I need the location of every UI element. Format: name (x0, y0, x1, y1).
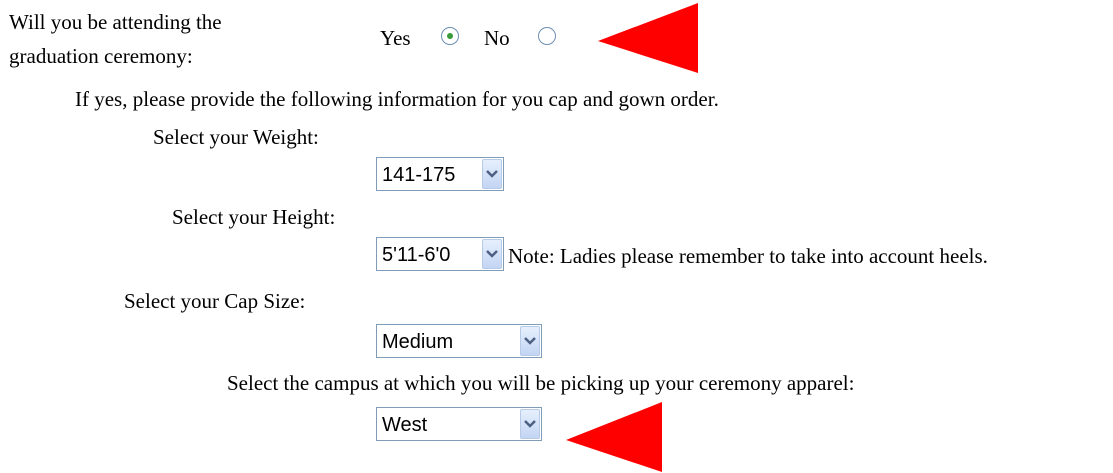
campus-select[interactable]: West (376, 407, 542, 441)
chevron-down-icon[interactable] (482, 239, 502, 269)
chevron-down-icon[interactable] (520, 409, 540, 439)
height-select[interactable]: 5'11-6'0 (376, 237, 504, 271)
weight-select[interactable]: 141-175 (376, 157, 504, 191)
cap-size-label: Select your Cap Size: (124, 289, 306, 313)
cap-size-select[interactable]: Medium (376, 324, 542, 358)
yes-label: Yes (380, 26, 411, 50)
no-label: No (484, 26, 510, 50)
yes-radio[interactable] (441, 27, 459, 45)
height-note: Note: Ladies please remember to take int… (508, 244, 988, 268)
height-select-value: 5'11-6'0 (382, 244, 451, 266)
annotation-arrow-icon (598, 3, 698, 73)
intro-text: If yes, please provide the following inf… (75, 87, 719, 111)
cap-size-select-value: Medium (382, 331, 454, 353)
annotation-arrow-icon (566, 402, 662, 472)
attendance-question-line1: Will you be attending the (9, 10, 222, 34)
weight-label: Select your Weight: (153, 125, 319, 149)
no-radio[interactable] (538, 27, 556, 45)
campus-label: Select the campus at which you will be p… (227, 371, 855, 395)
weight-select-value: 141-175 (382, 164, 456, 186)
chevron-down-icon[interactable] (482, 159, 502, 189)
chevron-down-icon[interactable] (520, 326, 540, 356)
attendance-question-line2: graduation ceremony: (9, 44, 193, 68)
campus-select-value: West (382, 414, 428, 436)
height-label: Select your Height: (172, 205, 336, 229)
